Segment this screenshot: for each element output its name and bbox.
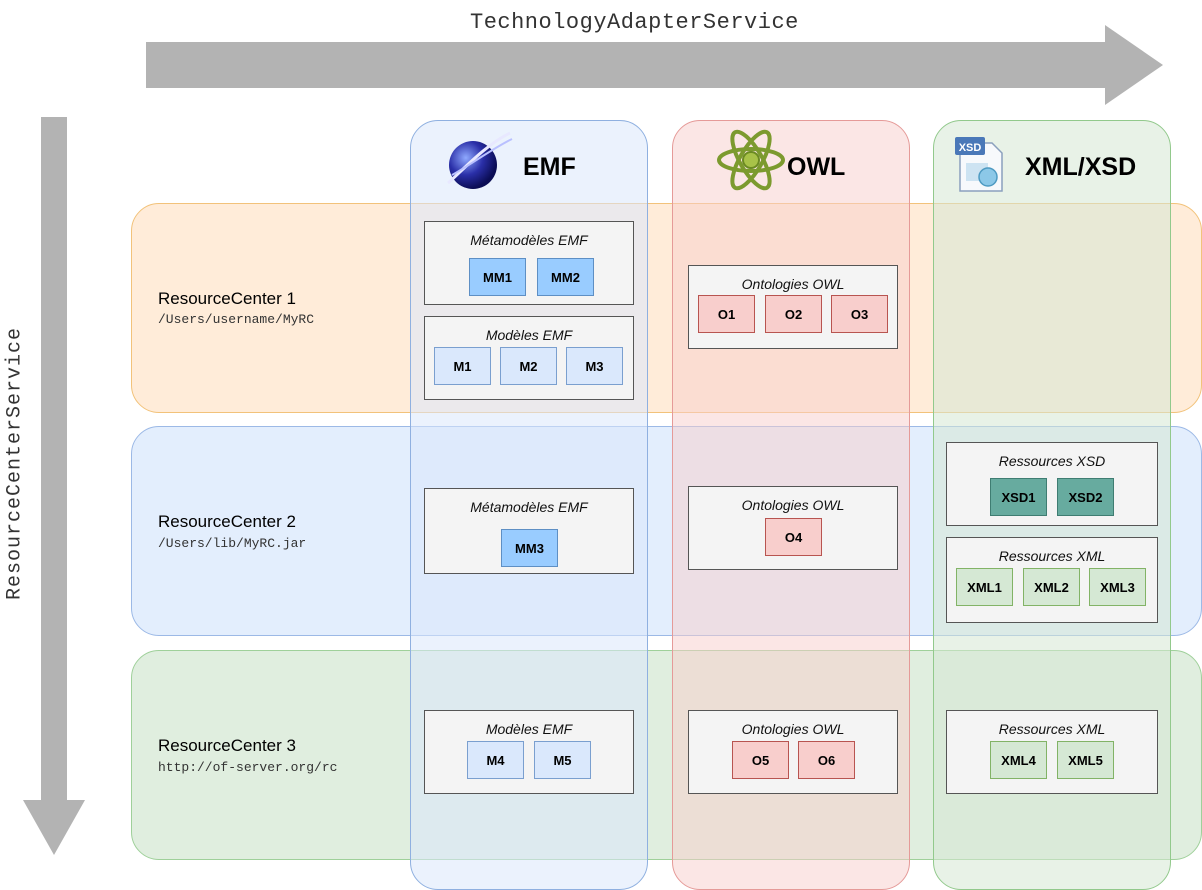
group-title: Modèles EMF bbox=[485, 327, 573, 343]
group-title: Ressources XML bbox=[998, 548, 1106, 564]
mm2-chip[interactable]: MM2 bbox=[537, 258, 594, 296]
o6-chip[interactable]: O6 bbox=[798, 741, 855, 779]
r2-xml-resources-group: Ressources XML XML1 XML2 XML3 bbox=[946, 537, 1158, 623]
xml2-chip[interactable]: XML2 bbox=[1023, 568, 1080, 606]
resource-center-2-name: ResourceCenter 2 bbox=[158, 512, 296, 531]
r1-emf-models-group: Modèles EMF M1 M2 M3 bbox=[424, 316, 634, 400]
r2-owl-ontologies-group: Ontologies OWL O4 bbox=[688, 486, 898, 570]
r1-emf-metamodels-group: Métamodèles EMF MM1 MM2 bbox=[424, 221, 634, 305]
xsd-document-icon: XSD bbox=[955, 137, 1003, 192]
xml3-chip[interactable]: XML3 bbox=[1089, 568, 1146, 606]
xml4-chip[interactable]: XML4 bbox=[990, 741, 1047, 779]
m3-chip[interactable]: M3 bbox=[566, 347, 623, 385]
o3-chip[interactable]: O3 bbox=[831, 295, 888, 333]
group-title: Ressources XSD bbox=[998, 453, 1106, 469]
owl-atom-icon bbox=[717, 129, 785, 191]
r2-xsd-resources-group: Ressources XSD XSD1 XSD2 bbox=[946, 442, 1158, 526]
svg-text:XSD: XSD bbox=[959, 142, 982, 154]
resource-center-service-label: ResourceCenterService bbox=[3, 326, 27, 601]
xml1-chip[interactable]: XML1 bbox=[956, 568, 1013, 606]
mm1-chip[interactable]: MM1 bbox=[469, 258, 526, 296]
o4-chip[interactable]: O4 bbox=[765, 518, 822, 556]
group-title: Ontologies OWL bbox=[741, 276, 845, 292]
o5-chip[interactable]: O5 bbox=[732, 741, 789, 779]
resource-center-3-path: http://of-server.org/rc bbox=[158, 760, 338, 775]
resource-center-1-path: /Users/username/MyRC bbox=[158, 312, 315, 327]
resource-center-1-name: ResourceCenter 1 bbox=[158, 289, 296, 308]
m4-chip[interactable]: M4 bbox=[467, 741, 524, 779]
group-title: Métamodèles EMF bbox=[470, 499, 588, 515]
m5-chip[interactable]: M5 bbox=[534, 741, 591, 779]
xml5-chip[interactable]: XML5 bbox=[1057, 741, 1114, 779]
m1-chip[interactable]: M1 bbox=[434, 347, 491, 385]
r3-xml-resources-group: Ressources XML XML4 XML5 bbox=[946, 710, 1158, 794]
vertical-arrow bbox=[23, 117, 85, 855]
owl-column-title: OWL bbox=[787, 153, 846, 181]
r3-owl-ontologies-group: Ontologies OWL O5 O6 bbox=[688, 710, 898, 794]
xsd2-chip[interactable]: XSD2 bbox=[1057, 478, 1114, 516]
group-title: Métamodèles EMF bbox=[470, 232, 588, 248]
group-title: Ontologies OWL bbox=[741, 497, 845, 513]
horizontal-arrow bbox=[146, 25, 1163, 105]
xsd1-chip[interactable]: XSD1 bbox=[990, 478, 1047, 516]
o1-chip[interactable]: O1 bbox=[698, 295, 755, 333]
m2-chip[interactable]: M2 bbox=[500, 347, 557, 385]
r1-owl-ontologies-group: Ontologies OWL O1 O2 O3 bbox=[688, 265, 898, 349]
emf-logo-icon bbox=[447, 131, 513, 189]
mm3-chip[interactable]: MM3 bbox=[501, 529, 558, 567]
resource-center-3-name: ResourceCenter 3 bbox=[158, 736, 296, 755]
r2-emf-metamodels-group: Métamodèles EMF MM3 bbox=[424, 488, 634, 574]
resource-center-2-path: /Users/lib/MyRC.jar bbox=[158, 536, 307, 551]
group-title: Modèles EMF bbox=[485, 721, 573, 737]
emf-column-title: EMF bbox=[523, 153, 576, 181]
r3-emf-models-group: Modèles EMF M4 M5 bbox=[424, 710, 634, 794]
group-title: Ressources XML bbox=[998, 721, 1106, 737]
group-title: Ontologies OWL bbox=[741, 721, 845, 737]
xml-xsd-column-title: XML/XSD bbox=[1025, 153, 1137, 181]
o2-chip[interactable]: O2 bbox=[765, 295, 822, 333]
